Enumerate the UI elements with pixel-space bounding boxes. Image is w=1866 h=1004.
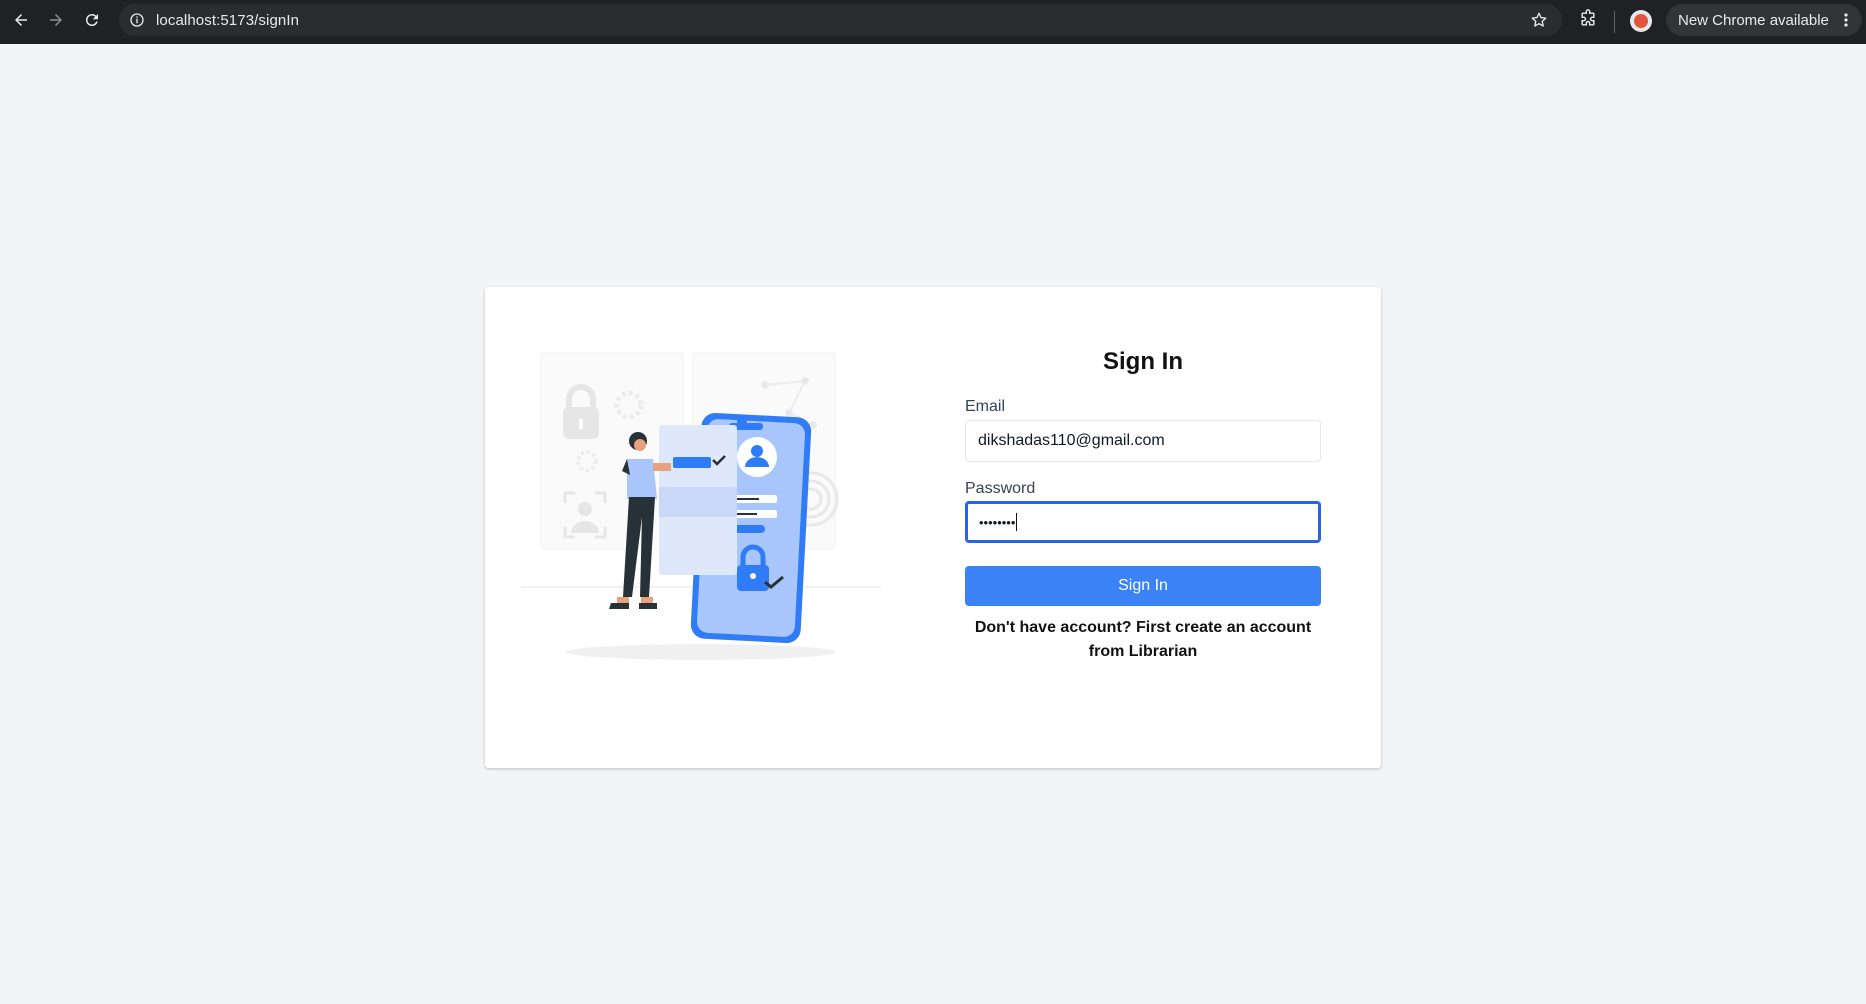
- back-arrow-icon: [15, 14, 27, 26]
- back-button[interactable]: [3, 2, 39, 38]
- update-chrome-button[interactable]: New Chrome available: [1666, 4, 1862, 36]
- address-bar[interactable]: localhost:5173/signIn: [119, 4, 1562, 36]
- profile-avatar-icon[interactable]: [1630, 10, 1652, 32]
- password-value: ••••••••: [979, 514, 1016, 530]
- forward-arrow-icon: [50, 14, 62, 26]
- toolbar-divider: [1614, 11, 1615, 33]
- extensions-icon[interactable]: [1578, 9, 1598, 29]
- reload-icon: [85, 14, 98, 27]
- update-chrome-label: New Chrome available: [1678, 11, 1829, 29]
- signin-form: Sign In Email dikshadas110@gmail.com Pas…: [965, 347, 1321, 660]
- browser-toolbar: localhost:5173/signIn New Chrome availab…: [0, 0, 1866, 44]
- password-label: Password: [965, 480, 1036, 497]
- email-value: dikshadas110@gmail.com: [978, 432, 1165, 449]
- signup-hint-text: Don't have account? First create an acco…: [974, 619, 1312, 660]
- more-vert-icon[interactable]: [1844, 13, 1848, 27]
- page-title: Sign In: [1103, 348, 1183, 375]
- email-field[interactable]: dikshadas110@gmail.com: [965, 420, 1321, 462]
- info-icon[interactable]: [129, 12, 145, 28]
- reload-button[interactable]: [74, 2, 110, 38]
- email-label: Email: [965, 398, 1006, 415]
- password-field[interactable]: ••••••••: [965, 501, 1321, 543]
- bookmark-star-icon[interactable]: [1530, 11, 1548, 29]
- forward-button[interactable]: [38, 2, 74, 38]
- signin-card: Sign In Email dikshadas110@gmail.com Pas…: [485, 287, 1381, 768]
- sign-in-button[interactable]: Sign In: [965, 566, 1321, 606]
- url-text[interactable]: localhost:5173/signIn: [156, 12, 299, 29]
- login-illustration: [521, 352, 881, 660]
- text-caret: [1016, 513, 1018, 531]
